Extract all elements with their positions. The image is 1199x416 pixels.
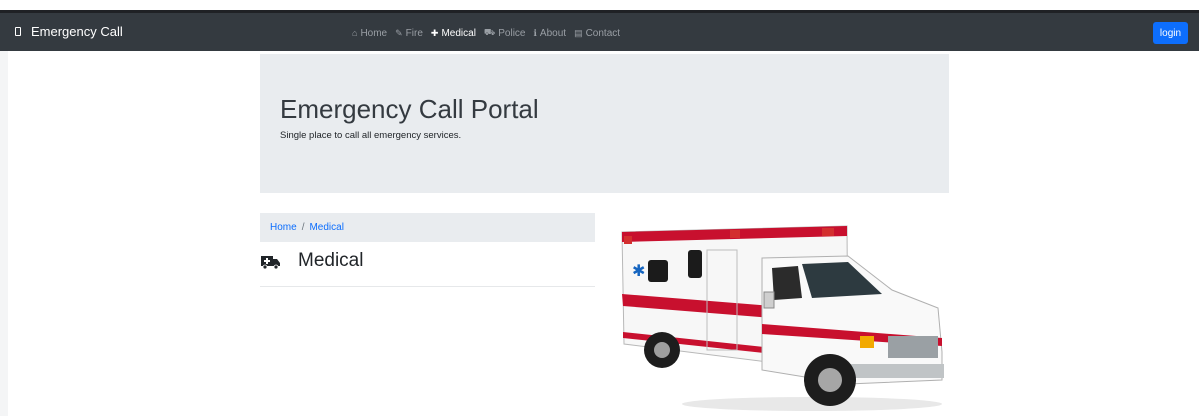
breadcrumb-current[interactable]: Medical <box>309 222 343 233</box>
fire-icon: ✎ <box>395 27 403 38</box>
navbar: Emergency Call ⌂ Home ✎ Fire ✚ Medical ⛟… <box>0 13 1199 51</box>
nav-item-label: Contact <box>585 27 621 39</box>
car-icon: ⛟ <box>483 27 496 37</box>
jumbotron: Emergency Call Portal Single place to ca… <box>260 54 949 193</box>
nav-item-label: About <box>539 27 567 39</box>
nav-item-home[interactable]: ⌂ Home <box>352 28 387 39</box>
brand[interactable]: Emergency Call <box>15 24 123 39</box>
contact-card-icon: ▤ <box>574 27 583 38</box>
nav-item-label: Fire <box>405 27 423 39</box>
nav-item-label: Home <box>360 27 388 39</box>
login-button[interactable]: login <box>1153 22 1188 44</box>
left-edge <box>0 51 8 416</box>
nav-item-label: Medical <box>441 27 476 39</box>
ambulance-icon: ✚ <box>430 27 439 38</box>
nav-menu: ⌂ Home ✎ Fire ✚ Medical ⛟ Police ℹ About… <box>352 27 620 39</box>
breadcrumb-home-link[interactable]: Home <box>270 222 297 233</box>
nav-item-contact[interactable]: ▤ Contact <box>574 28 620 39</box>
phone-icon <box>15 27 21 36</box>
nav-item-fire[interactable]: ✎ Fire <box>395 28 423 39</box>
page-subtitle: Single place to call all emergency servi… <box>280 130 462 141</box>
window-top-strip <box>0 0 1199 13</box>
page-title: Emergency Call Portal <box>280 94 539 124</box>
home-icon: ⌂ <box>352 28 358 38</box>
brand-title: Emergency Call <box>31 24 123 39</box>
ambulance-image: ✱ <box>621 225 944 411</box>
svg-text:✱: ✱ <box>632 261 645 280</box>
ambulance-icon <box>261 256 280 269</box>
info-icon: ℹ <box>533 27 537 38</box>
nav-item-police[interactable]: ⛟ Police <box>484 27 526 39</box>
section-title: Medical <box>298 250 364 271</box>
nav-item-label: Police <box>498 27 526 39</box>
nav-item-about[interactable]: ℹ About <box>534 28 567 39</box>
breadcrumb: Home / Medical <box>260 213 595 242</box>
breadcrumb-separator: / <box>301 222 305 233</box>
nav-item-medical[interactable]: ✚ Medical <box>431 28 476 39</box>
section-header: Medical <box>260 248 595 287</box>
